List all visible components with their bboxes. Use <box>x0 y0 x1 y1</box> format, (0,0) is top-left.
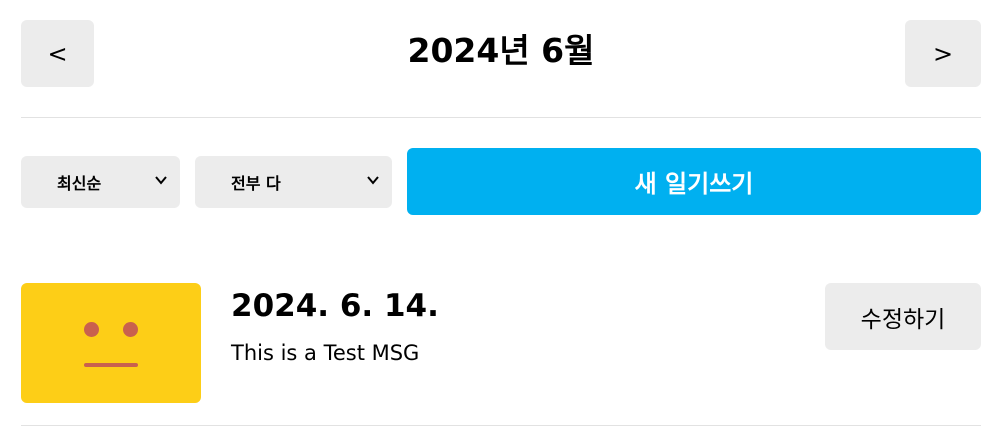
sort-select-value: 최신순 <box>57 174 102 193</box>
header-divider <box>21 117 981 118</box>
filter-select[interactable]: 전부 다 <box>195 156 392 208</box>
new-diary-button[interactable]: 새 일기쓰기 <box>407 148 981 215</box>
face-mouth <box>84 363 138 367</box>
face-eye-left <box>84 322 99 337</box>
header: < 2024년 6월 > <box>21 20 981 87</box>
item-divider <box>21 425 981 426</box>
next-month-button[interactable]: > <box>905 20 981 87</box>
diary-date[interactable]: 2024. 6. 14. <box>231 286 439 326</box>
filter-select-value: 전부 다 <box>231 174 281 193</box>
chevron-down-icon <box>155 176 167 185</box>
prev-month-button[interactable]: < <box>21 20 94 87</box>
page-title: 2024년 6월 <box>407 31 595 70</box>
face-eye-right <box>123 322 138 337</box>
chevron-down-icon <box>367 176 379 185</box>
neutral-face-icon[interactable] <box>21 283 201 403</box>
diary-page: < 2024년 6월 > 최신순 전부 다 새 일기쓰기 2024. 6. 14… <box>0 0 1000 442</box>
edit-button[interactable]: 수정하기 <box>825 283 981 350</box>
diary-content[interactable]: This is a Test MSG <box>231 339 419 367</box>
sort-select[interactable]: 최신순 <box>21 156 180 208</box>
